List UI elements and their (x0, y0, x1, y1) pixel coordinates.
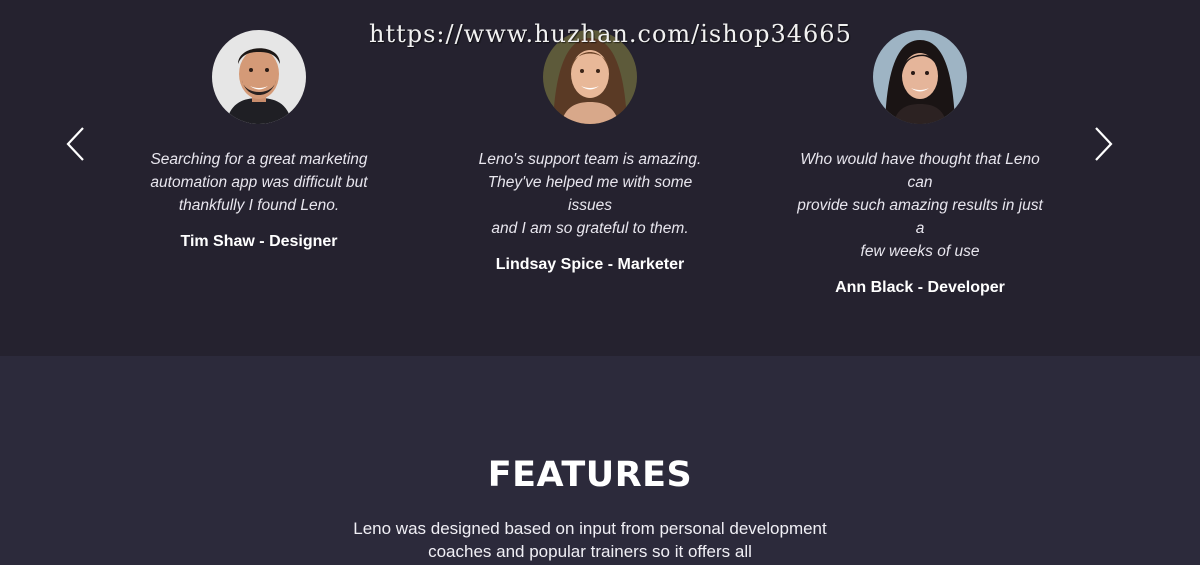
description-line: coaches and popular trainers so it offer… (428, 542, 752, 561)
testimonial-author: Lindsay Spice - Marketer (495, 256, 685, 273)
testimonial-quote: Leno's support team is amazing. They've … (465, 148, 715, 240)
quote-line: thankfully I found Leno. (178, 197, 340, 214)
watermark-url: https://www.huzhan.com/ishop34665 (369, 20, 852, 48)
quote-line: automation app was difficult but (150, 174, 368, 191)
quote-line: Who would have thought that Leno can (800, 151, 1040, 191)
testimonial-quote: Searching for a great marketing automati… (134, 148, 384, 217)
testimonials-section: https://www.huzhan.com/ishop34665 Search… (0, 0, 1200, 356)
slider-prev-button[interactable] (65, 126, 85, 162)
quote-line: Leno's support team is amazing. (478, 151, 702, 168)
quote-line: provide such amazing results in just a (797, 197, 1043, 237)
testimonial-card: Searching for a great marketing automati… (109, 30, 409, 251)
slider-next-button[interactable] (1094, 126, 1114, 162)
features-section: FEATURES Leno was designed based on inpu… (0, 356, 1200, 565)
features-title: FEATURES (487, 455, 693, 495)
features-description: Leno was designed based on input from pe… (0, 517, 1180, 563)
chevron-right-icon (1095, 127, 1113, 161)
chevron-left-icon (66, 127, 84, 161)
testimonial-author: Ann Black - Developer (835, 279, 1005, 296)
testimonial-card: Who would have thought that Leno can pro… (770, 30, 1070, 297)
quote-line: Searching for a great marketing (150, 151, 368, 168)
testimonial-author: Tim Shaw - Designer (180, 233, 338, 250)
quote-line: few weeks of use (860, 243, 980, 260)
avatar (873, 30, 967, 124)
quote-line: They've helped me with some issues (487, 174, 693, 214)
testimonial-quote: Who would have thought that Leno can pro… (795, 148, 1045, 263)
testimonial-card: Leno's support team is amazing. They've … (440, 30, 740, 274)
avatar (212, 30, 306, 124)
quote-line: and I am so grateful to them. (491, 220, 689, 237)
description-line: Leno was designed based on input from pe… (353, 519, 827, 538)
